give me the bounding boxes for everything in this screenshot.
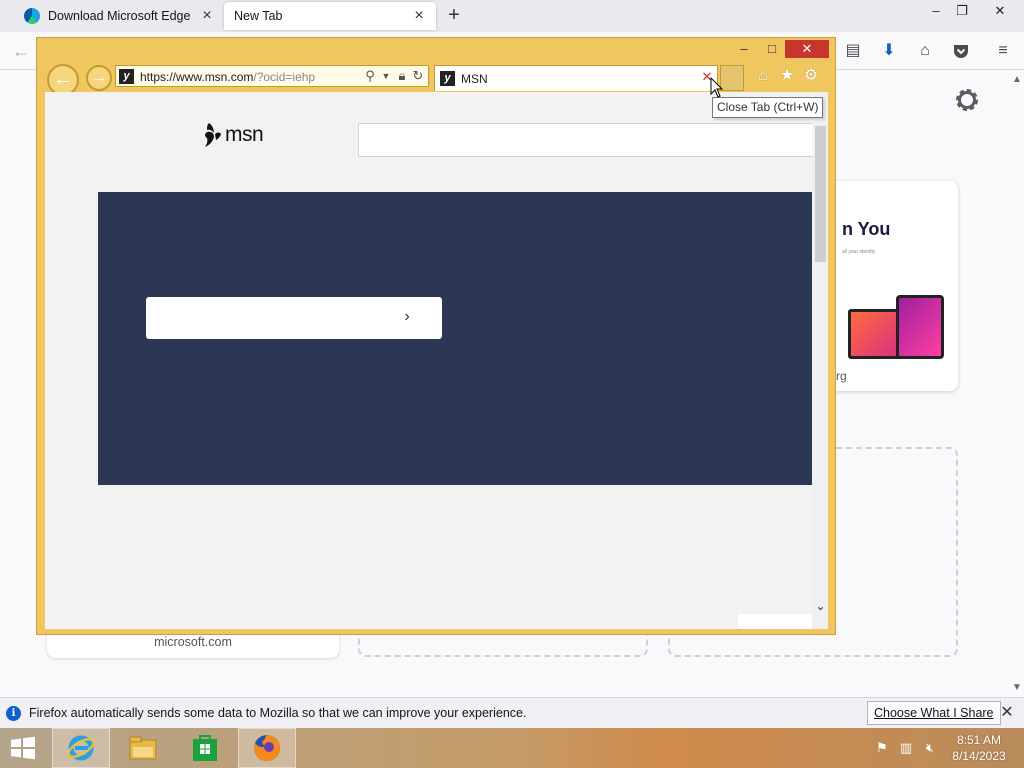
msn-favicon-icon: y: [440, 71, 455, 86]
msn-logo-text: msn: [225, 123, 264, 146]
close-tab-tooltip: Close Tab (Ctrl+W): [712, 97, 824, 118]
mouse-cursor-icon: [710, 77, 724, 98]
taskbar-internet-explorer[interactable]: [52, 728, 110, 768]
lock-icon[interactable]: 🔒︎: [394, 68, 410, 84]
taskbar-store[interactable]: [176, 728, 234, 768]
dropdown-arrow-icon[interactable]: ▼: [378, 68, 394, 84]
notification-close-icon[interactable]: ✕: [998, 704, 1016, 722]
scroll-up-arrow-icon[interactable]: ▲: [1010, 74, 1024, 85]
library-icon[interactable]: ▤: [842, 40, 864, 62]
gear-icon[interactable]: [952, 85, 982, 115]
volume-muted-icon[interactable]: 🔇︎: [922, 740, 938, 756]
back-arrow-icon[interactable]: ←: [8, 38, 34, 64]
address-bar[interactable]: y https://www.msn.com/?ocid=iehp ⚲ ▼ 🔒︎ …: [115, 65, 429, 87]
msn-search-input[interactable]: [358, 123, 818, 157]
taskbar-file-explorer[interactable]: [114, 728, 172, 768]
card-site-label: rg: [836, 369, 847, 383]
info-icon: i: [6, 706, 21, 721]
system-clock[interactable]: 8:51 AM 8/14/2023: [940, 732, 1018, 764]
url-text[interactable]: https://www.msn.com/?ocid=iehp: [140, 70, 315, 84]
tab-title: MSN: [461, 72, 488, 86]
tab-label: New Tab: [234, 9, 283, 23]
home-icon[interactable]: ⌂: [753, 66, 773, 86]
vertical-scrollbar[interactable]: ⌄: [813, 92, 828, 629]
favorites-star-icon[interactable]: ★: [777, 66, 797, 86]
tab-new-tab[interactable]: New Tab ×: [224, 2, 436, 30]
search-icon[interactable]: ⚲: [362, 68, 378, 84]
refresh-icon[interactable]: ↻: [410, 68, 426, 84]
new-tab-button[interactable]: +: [444, 5, 464, 26]
msn-favicon-icon: y: [119, 69, 134, 84]
chevron-down-icon[interactable]: ⌄: [813, 598, 828, 614]
notification-message: Firefox automatically sends some data to…: [29, 706, 527, 720]
chevron-right-icon: ›: [404, 308, 410, 325]
folder-icon: [129, 736, 157, 760]
internet-explorer-window: – □ ✕ ← → y https://www.msn.com/?ocid=ie…: [36, 37, 836, 635]
ie-close-button[interactable]: ✕: [785, 40, 829, 58]
windows-taskbar: ⚑ ▥ 🔇︎ 8:51 AM 8/14/2023: [0, 728, 1024, 768]
close-icon[interactable]: ×: [412, 8, 426, 24]
edge-icon: [24, 8, 40, 24]
window-close-button[interactable]: ✕: [984, 0, 1016, 22]
scrollbar-thumb[interactable]: [815, 126, 826, 262]
msn-page: msn › ⌄: [45, 92, 828, 629]
menu-icon[interactable]: ≡: [992, 40, 1014, 62]
scroll-down-arrow-icon[interactable]: ▼: [1010, 682, 1024, 693]
clock-date: 8/14/2023: [952, 749, 1006, 763]
firefox-icon: [254, 735, 280, 761]
forward-button[interactable]: →: [86, 65, 112, 91]
network-icon[interactable]: ▥: [898, 740, 914, 756]
ie-minimize-button[interactable]: –: [735, 40, 753, 58]
pocket-icon[interactable]: [950, 40, 972, 62]
choose-what-i-share-button[interactable]: Choose What I Share: [867, 701, 1001, 725]
home-icon[interactable]: ⌂: [914, 40, 936, 62]
close-icon[interactable]: ×: [200, 8, 214, 24]
firefox-tab-strip: Download Microsoft Edge × New Tab × + – …: [0, 0, 1024, 32]
card-subtext: all your identity: [842, 249, 876, 255]
page-footer-fragment: [738, 614, 812, 629]
windows-start-icon[interactable]: [8, 736, 38, 760]
msn-butterfly-icon: [205, 123, 221, 147]
tablet-image: [896, 295, 944, 359]
clock-time: 8:51 AM: [956, 733, 1002, 747]
internet-explorer-icon: [67, 735, 95, 761]
download-icon[interactable]: ⬇: [878, 40, 900, 62]
card-headline: n You: [842, 219, 891, 239]
tools-gear-icon[interactable]: ⚙: [801, 66, 821, 86]
telemetry-notification-bar: i Firefox automatically sends some data …: [0, 697, 1024, 728]
ie-maximize-button[interactable]: □: [763, 40, 781, 58]
taskbar-firefox[interactable]: [238, 728, 296, 768]
tab-label: Download Microsoft Edge: [48, 9, 191, 23]
tab-download-microsoft-edge[interactable]: Download Microsoft Edge ×: [14, 2, 224, 30]
hero-cta-button[interactable]: ›: [146, 297, 442, 339]
tab-msn[interactable]: y MSN ✕: [434, 65, 718, 91]
store-icon: [193, 735, 217, 761]
restore-button[interactable]: ❐: [946, 0, 978, 22]
msn-logo[interactable]: msn: [203, 122, 264, 148]
msn-hero-banner: ›: [98, 192, 812, 485]
action-center-flag-icon[interactable]: ⚑: [874, 740, 890, 756]
